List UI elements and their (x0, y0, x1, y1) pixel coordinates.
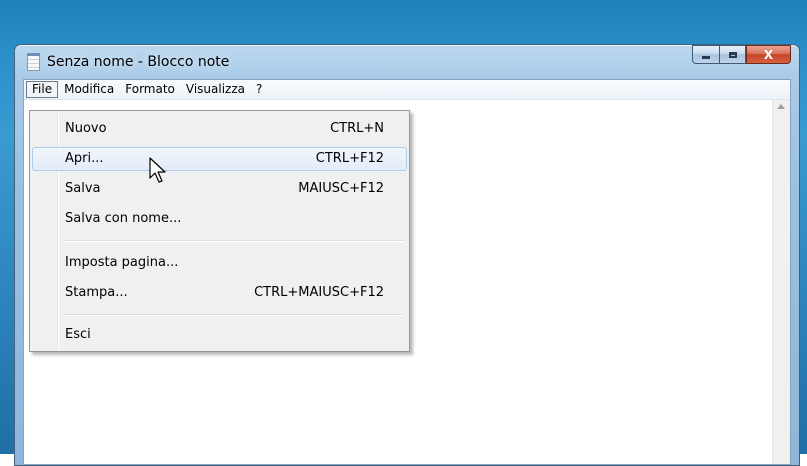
menu-modifica[interactable]: Modifica (59, 81, 119, 98)
menu-separator (62, 240, 405, 242)
menu-item-shortcut: CTRL+MAIUSC+F12 (254, 285, 384, 300)
menu-separator (62, 314, 405, 316)
file-menu-dropdown: Nuovo CTRL+N Apri... CTRL+F12 Salva MAIU… (29, 110, 410, 352)
menu-item-apri[interactable]: Apri... CTRL+F12 (32, 147, 407, 171)
menu-item-salva-con-nome[interactable]: Salva con nome... (32, 207, 407, 231)
caption-buttons: X (692, 45, 791, 65)
vertical-scrollbar[interactable] (772, 100, 790, 464)
title-bar[interactable]: Senza nome - Blocco note X (15, 45, 799, 79)
menu-item-label: Stampa... (65, 285, 128, 300)
menu-item-label: Esci (65, 327, 91, 342)
maximize-icon (728, 51, 737, 58)
menu-formato[interactable]: Formato (120, 81, 180, 98)
menu-item-label: Salva con nome... (65, 211, 182, 226)
mouse-pointer-icon (149, 157, 166, 183)
menu-help[interactable]: ? (251, 81, 267, 98)
menu-item-label: Salva (65, 181, 101, 196)
menu-item-esci[interactable]: Esci (32, 323, 407, 347)
menu-item-shortcut: MAIUSC+F12 (298, 181, 384, 196)
menu-file[interactable]: File (26, 81, 59, 98)
notepad-icon[interactable] (27, 53, 40, 71)
minimize-button[interactable] (692, 45, 719, 64)
scroll-up-arrow-icon[interactable] (777, 104, 785, 109)
menu-visualizza[interactable]: Visualizza (181, 81, 250, 98)
menu-item-imposta-pagina[interactable]: Imposta pagina... (32, 251, 407, 275)
menu-item-stampa[interactable]: Stampa... CTRL+MAIUSC+F12 (32, 281, 407, 305)
menu-item-shortcut: CTRL+F12 (315, 151, 384, 166)
menu-item-label: Nuovo (65, 121, 107, 136)
menu-item-label: Imposta pagina... (65, 255, 179, 270)
maximize-button[interactable] (719, 45, 746, 64)
menu-bar: File Modifica Formato Visualizza ? (24, 80, 790, 100)
menu-item-label: Apri... (65, 151, 104, 166)
minimize-icon (702, 56, 710, 59)
menu-item-nuovo[interactable]: Nuovo CTRL+N (32, 117, 407, 141)
close-button[interactable]: X (746, 45, 791, 64)
close-icon: X (763, 47, 774, 62)
window-title: Senza nome - Blocco note (47, 54, 230, 70)
menu-item-shortcut: CTRL+N (330, 121, 384, 136)
menu-item-salva[interactable]: Salva MAIUSC+F12 (32, 177, 407, 201)
